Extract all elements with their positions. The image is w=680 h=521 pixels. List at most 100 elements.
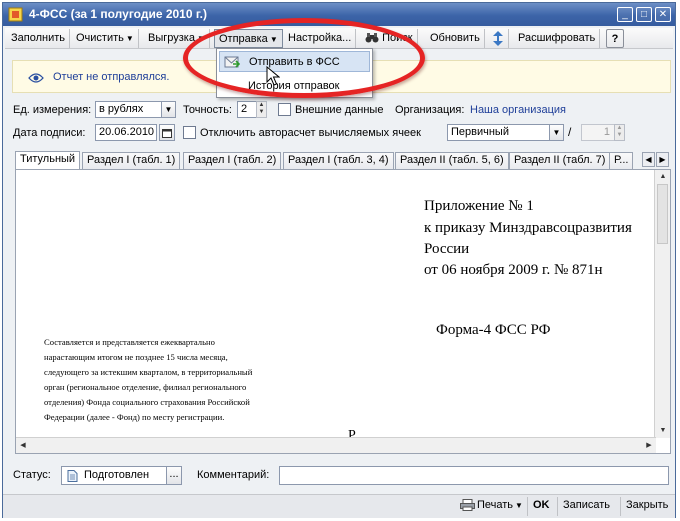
org-link[interactable]: Наша организация — [470, 104, 566, 116]
title-page-document[interactable]: Приложение № 1 к приказу Минздравсоцразв… — [15, 169, 671, 454]
settings-button[interactable]: Настройка... — [284, 29, 357, 48]
chevron-down-icon: ▼ — [196, 34, 205, 43]
report-window: 4-ФСС (за 1 полугодие 2010 г.) _ □ ✕ Зап… — [2, 2, 676, 518]
search-button-label: Поиск — [382, 32, 413, 44]
status-value: Подготовлен — [84, 469, 150, 481]
printer-icon — [460, 499, 475, 512]
app-icon — [8, 7, 23, 22]
decode-button-label: Расшифровать — [518, 32, 596, 44]
external-data-checkbox[interactable] — [278, 103, 291, 116]
correction-spinner[interactable]: ▲ ▼ — [614, 124, 625, 141]
form-title: Форма-4 ФСС РФ — [436, 322, 551, 338]
instruction-line: Федерации (далее - Фонд) по месту регист… — [44, 412, 225, 422]
chevron-down-icon[interactable]: ▼ — [161, 101, 176, 118]
move-arrows-button[interactable] — [488, 29, 509, 48]
comment-input[interactable] — [279, 466, 669, 485]
org-label: Организация: — [395, 104, 465, 116]
disable-autocalc-checkbox[interactable] — [183, 126, 196, 139]
ok-button[interactable]: OK — [527, 497, 555, 516]
tab-section1-table2[interactable]: Раздел I (табл. 2) — [183, 152, 282, 169]
unit-select[interactable]: в рублях — [95, 101, 163, 118]
instruction-line: отделения) Фонда социального страхования… — [44, 397, 250, 407]
calendar-icon[interactable] — [159, 124, 175, 141]
menu-item-send-to-fss[interactable]: Отправить в ФСС — [219, 51, 370, 72]
horizontal-scrollbar[interactable]: ◀ ▶ — [16, 437, 656, 453]
tab-more[interactable]: Р... — [609, 152, 634, 169]
fill-button-label: Заполнить — [11, 32, 66, 44]
clear-button-label: Очистить — [76, 32, 124, 44]
close-window-button[interactable]: ✕ — [655, 7, 671, 22]
close-button[interactable]: Закрыть — [620, 497, 673, 516]
maximize-button[interactable]: □ — [636, 7, 652, 22]
vertical-scroll-thumb[interactable] — [657, 184, 668, 244]
print-button[interactable]: Печать ▼ — [455, 497, 528, 516]
help-button[interactable]: ? — [606, 29, 624, 48]
appendix-line: России — [424, 241, 470, 257]
tab-scroll-left-icon[interactable]: ◀ — [642, 152, 655, 167]
instruction-line: Составляется и представляется ежеквартал… — [44, 337, 215, 347]
instruction-line: нарастающим итогом не позднее 15 числа м… — [44, 352, 228, 362]
precision-spinner[interactable]: ▲ ▼ — [256, 101, 267, 118]
sign-date-input[interactable]: 20.06.2010 — [95, 124, 157, 141]
eye-icon — [28, 73, 44, 83]
section-tabs: Титульный Раздел I (табл. 1) Раздел I (т… — [15, 151, 671, 169]
send-menu-button[interactable]: Отправка ▼ — [214, 29, 283, 48]
print-label: Печать — [477, 499, 514, 511]
title-bar[interactable]: 4-ФСС (за 1 полугодие 2010 г.) _ □ ✕ — [3, 3, 675, 26]
instruction-line: орган (региональное отделение, филиал ре… — [44, 382, 247, 392]
chevron-down-icon: ▼ — [125, 34, 134, 43]
precision-label: Точность: — [183, 104, 232, 116]
document-icon — [67, 470, 78, 482]
up-down-arrows-icon — [493, 30, 503, 46]
menu-item-send-history[interactable]: История отправок — [219, 76, 370, 97]
tab-section2-table7[interactable]: Раздел II (табл. 7) — [509, 152, 611, 169]
vertical-scrollbar[interactable]: ▲ ▼ — [654, 170, 670, 438]
send-menu: Отправить в ФСС История отправок — [216, 48, 373, 98]
toolbar: Заполнить Очистить ▼ Выгрузка ▼ Отправка ▼ … — [5, 28, 673, 49]
send-envelope-icon — [224, 56, 240, 68]
tab-scroll-right-icon[interactable]: ▶ — [656, 152, 669, 167]
tab-section2-table56[interactable]: Раздел II (табл. 5, 6) — [395, 152, 509, 169]
mouse-cursor-icon — [266, 66, 280, 86]
send-menu-label: Отправка — [219, 33, 268, 45]
fill-button[interactable]: Заполнить — [7, 29, 71, 48]
slash-separator: / — [568, 125, 572, 139]
chevron-down-icon: ▼ — [515, 501, 523, 510]
tab-section1-table34[interactable]: Раздел I (табл. 3, 4) — [283, 152, 394, 169]
export-button-label: Выгрузка — [148, 32, 195, 44]
precision-input[interactable]: 2 — [237, 101, 257, 118]
settings-button-label: Настройка... — [288, 32, 352, 44]
unit-label: Ед. измерения: — [13, 104, 92, 116]
scroll-right-icon[interactable]: ▶ — [642, 439, 656, 453]
menu-item-label: История отправок — [248, 80, 340, 92]
appendix-line: от 06 ноября 2009 г. № 871н — [424, 262, 603, 278]
correction-number-input[interactable]: 1 — [581, 124, 615, 141]
save-button[interactable]: Записать — [557, 497, 615, 516]
help-icon: ? — [611, 33, 619, 45]
search-button[interactable]: Поиск — [361, 29, 418, 48]
status-select-button[interactable]: ... — [166, 466, 182, 485]
minimize-button[interactable]: _ — [617, 7, 633, 22]
scroll-up-icon[interactable]: ▲ — [656, 170, 670, 184]
footer-bar: Печать ▼ OK Записать Закрыть — [3, 494, 675, 518]
export-button[interactable]: Выгрузка ▼ — [144, 29, 210, 48]
refresh-button-label: Обновить — [430, 32, 480, 44]
status-field[interactable]: Подготовлен — [61, 466, 167, 485]
scroll-down-icon[interactable]: ▼ — [656, 424, 670, 438]
comment-label: Комментарий: — [197, 469, 270, 481]
instruction-line: следующего за истекшим кварталом, в терр… — [44, 367, 253, 377]
report-kind-select[interactable]: Первичный — [447, 124, 551, 141]
scroll-left-icon[interactable]: ◀ — [16, 439, 30, 453]
chevron-down-icon: ▼ — [269, 35, 278, 44]
refresh-button[interactable]: Обновить — [426, 29, 485, 48]
tab-title[interactable]: Титульный — [15, 151, 81, 169]
clear-button[interactable]: Очистить ▼ — [72, 29, 139, 48]
decode-button[interactable]: Расшифровать — [514, 29, 601, 48]
binoculars-icon — [365, 33, 379, 43]
appendix-line: Приложение № 1 — [424, 198, 534, 214]
window-title: 4-ФСС (за 1 полугодие 2010 г.) — [29, 7, 207, 21]
tab-section1-table1[interactable]: Раздел I (табл. 1) — [82, 152, 181, 169]
disable-autocalc-label: Отключить авторасчет вычисляемых ячеек — [200, 127, 421, 139]
appendix-line: к приказу Минздравсоцразвития — [424, 220, 632, 236]
chevron-down-icon[interactable]: ▼ — [549, 124, 564, 141]
